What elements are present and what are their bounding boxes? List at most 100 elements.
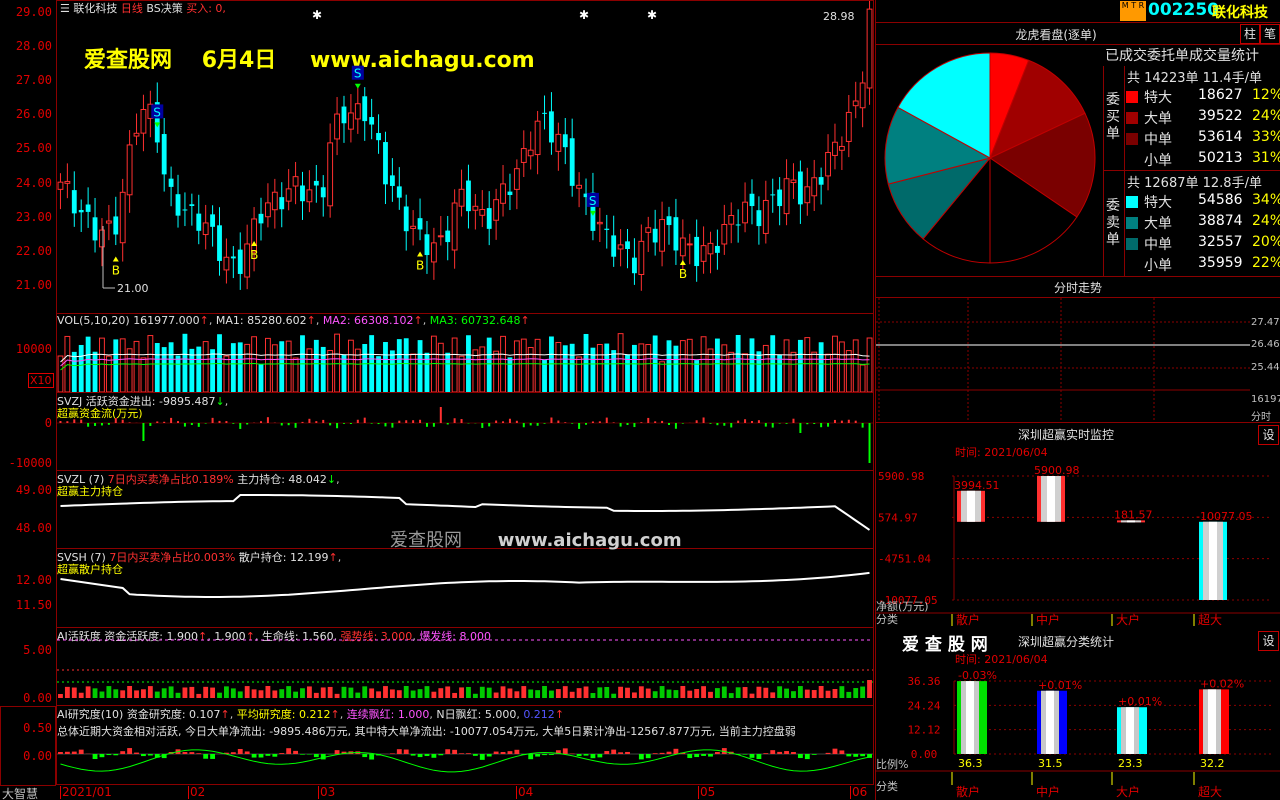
candle-body — [790, 179, 797, 184]
vol-bar — [376, 356, 381, 392]
ai-research-bar — [279, 753, 285, 754]
mtr-badge[interactable]: M T R — [1120, 1, 1146, 21]
timeshare-title: 分时走势 — [1053, 281, 1102, 295]
classify-change-label: -0.03% — [958, 669, 997, 682]
vol-bar — [783, 339, 790, 392]
ai-research-chart[interactable] — [57, 740, 873, 785]
candle-body — [472, 205, 479, 211]
ai-active-bar — [721, 686, 727, 698]
vol-bar — [410, 353, 417, 392]
candle-body — [437, 235, 444, 238]
svzj-bar — [709, 423, 712, 424]
ai-active-bar — [673, 690, 679, 698]
svzj-bar — [674, 423, 677, 429]
kline-chart[interactable]: B B B B S S S ✱ ✱ ✱ — [57, 1, 873, 313]
vol-bar — [306, 348, 313, 392]
vol-bar — [140, 357, 147, 392]
timeshare-chart[interactable] — [876, 298, 1250, 422]
svzj-bar — [66, 421, 69, 423]
left-corner-box — [0, 706, 56, 786]
date-axis-tick — [850, 786, 851, 799]
svzj-bar — [702, 417, 705, 423]
ai-research-bar — [507, 751, 513, 754]
ai-active-bar — [127, 686, 133, 698]
svsh-axis-1150: 11.50 — [15, 598, 52, 612]
ai-active-bar — [286, 686, 292, 698]
ai-active-bar — [78, 692, 84, 698]
monitor-chart[interactable]: 5900.98 574.97 -4751.04 -10077.05 3994.51 590… — [876, 456, 1280, 626]
ai-research-bar — [466, 753, 471, 754]
date-axis-label: 05 — [700, 785, 716, 799]
svzl-chart[interactable] — [57, 471, 873, 548]
vol-bar — [445, 352, 451, 392]
vol-bar — [721, 344, 728, 392]
classify-settings-button[interactable]: 设 — [1258, 631, 1279, 651]
candle-body — [652, 228, 658, 243]
ai-active-bar — [507, 688, 513, 698]
svzj-bar — [149, 423, 152, 426]
svzj-bar — [156, 421, 159, 423]
vol-chart[interactable] — [57, 314, 873, 392]
sell-label: 委卖单 — [1106, 198, 1120, 248]
candle-body — [217, 225, 222, 261]
ai-research-bar — [528, 754, 534, 760]
ai-research-bar — [452, 749, 458, 754]
svzj-bar — [536, 423, 539, 426]
vol-bar — [479, 346, 486, 392]
ai-research-bar — [825, 752, 831, 754]
svzj-bar — [612, 422, 615, 423]
ai-research-bar — [424, 754, 430, 757]
svzj-chart[interactable] — [57, 393, 873, 470]
price-axis-label: 26.00 — [15, 107, 52, 122]
candle-body — [686, 243, 693, 246]
buy-arrow — [679, 260, 686, 266]
ai-research-bar — [604, 751, 610, 754]
pie-vline2 — [1124, 66, 1125, 276]
ai-active-bar — [300, 688, 305, 698]
pie-chart[interactable] — [880, 48, 1100, 274]
candle-body — [313, 180, 319, 186]
classify-axis-unit: 比例% — [876, 757, 908, 771]
vol-bar — [71, 351, 77, 392]
ai-research-bar — [666, 751, 672, 754]
ai-active-bar — [64, 686, 70, 698]
legend-volume: 50213 — [1198, 150, 1243, 166]
vol-bar — [645, 344, 652, 392]
svzj-bar — [204, 423, 207, 424]
candle-body — [99, 229, 105, 248]
svzj-bar — [785, 423, 788, 424]
classify-category: 超大 — [1198, 784, 1222, 799]
vol-bar — [638, 343, 645, 392]
ai-active-bar — [770, 692, 776, 698]
classify-chart[interactable]: 36.36 24.24 12.12 0.00 -0.03% 36.3 +0.01% 31.5 +… — [876, 663, 1280, 800]
svzj-bar — [543, 423, 546, 424]
ai-research-bar — [652, 753, 658, 754]
vol-bar — [451, 337, 458, 392]
ai-research-bar — [99, 754, 105, 758]
vol-bar — [762, 344, 769, 392]
ai-active-bar — [832, 688, 838, 698]
ai-active-bar — [638, 686, 644, 698]
vol-bar — [279, 341, 285, 392]
ai-active-bar — [735, 687, 741, 698]
classify-value-label: 36.3 — [958, 757, 983, 770]
btn-bi[interactable]: 笔 — [1260, 24, 1280, 44]
ai-active-bar — [825, 690, 831, 698]
ai-active-bar — [424, 686, 430, 698]
ai-active-bar — [500, 686, 506, 698]
candle-body — [85, 204, 91, 212]
vol-bar — [604, 343, 610, 392]
vol-bar — [292, 357, 299, 392]
pie-vline — [1103, 66, 1104, 276]
ai-active-chart[interactable] — [57, 628, 873, 705]
ai-active-bar — [85, 686, 91, 698]
btn-zhu[interactable]: 柱 — [1240, 24, 1260, 44]
ai-active-bar — [562, 686, 568, 698]
svzj-bar — [598, 421, 601, 423]
svsh-chart[interactable] — [57, 549, 873, 627]
candle-body — [666, 216, 672, 226]
monitor-settings-button[interactable]: 设 — [1258, 425, 1279, 445]
classify-change-label: +0.01% — [1118, 695, 1162, 708]
svzj-bar — [453, 418, 456, 423]
classify-change-label: +0.02% — [1200, 677, 1244, 690]
